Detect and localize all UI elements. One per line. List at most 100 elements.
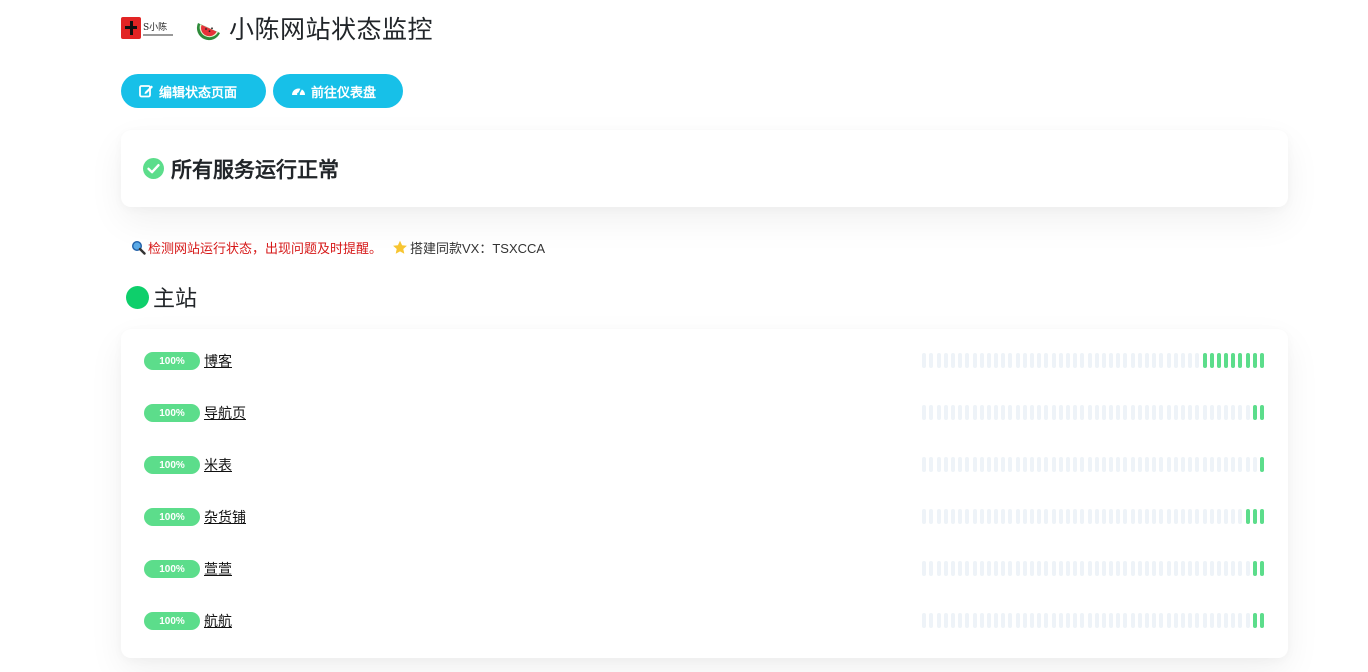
go-dashboard-button[interactable]: 前往仪表盘 (273, 74, 403, 108)
heartbeat-empty[interactable] (1238, 457, 1243, 472)
monitor-name-link[interactable]: 导航页 (204, 403, 246, 423)
heartbeat-empty[interactable] (1087, 457, 1092, 472)
heartbeat-empty[interactable] (1073, 405, 1078, 420)
heartbeat-empty[interactable] (1101, 405, 1106, 420)
heartbeat-empty[interactable] (1058, 613, 1063, 628)
heartbeat-empty[interactable] (1051, 509, 1056, 524)
heartbeat-empty[interactable] (986, 457, 991, 472)
heartbeat-empty[interactable] (950, 457, 955, 472)
heartbeat-empty[interactable] (1094, 561, 1099, 576)
heartbeat-empty[interactable] (994, 405, 999, 420)
heartbeat-empty[interactable] (1073, 353, 1078, 368)
heartbeat-empty[interactable] (1044, 353, 1049, 368)
heartbeat-empty[interactable] (1130, 561, 1135, 576)
heartbeat-empty[interactable] (965, 509, 970, 524)
heartbeat-up[interactable] (1216, 353, 1221, 368)
heartbeat-empty[interactable] (1030, 353, 1034, 368)
heartbeat-empty[interactable] (1051, 613, 1056, 628)
heartbeat-empty[interactable] (1101, 457, 1106, 472)
heartbeat-empty[interactable] (1180, 613, 1185, 628)
monitor-name-link[interactable]: 杂货铺 (204, 507, 246, 527)
heartbeat-up[interactable] (1260, 561, 1264, 576)
heartbeat-empty[interactable] (1202, 509, 1207, 524)
heartbeat-empty[interactable] (1022, 509, 1027, 524)
heartbeat-empty[interactable] (1159, 405, 1164, 420)
heartbeat-empty[interactable] (1137, 509, 1142, 524)
heartbeat-empty[interactable] (943, 561, 948, 576)
heartbeat-empty[interactable] (936, 561, 941, 576)
heartbeat-empty[interactable] (1195, 509, 1200, 524)
heartbeat-empty[interactable] (1245, 405, 1250, 420)
heartbeat-empty[interactable] (1030, 509, 1034, 524)
heartbeat-empty[interactable] (1145, 509, 1149, 524)
heartbeat-empty[interactable] (1001, 509, 1006, 524)
heartbeat-up[interactable] (1252, 353, 1257, 368)
heartbeat-empty[interactable] (1037, 561, 1042, 576)
heartbeat-empty[interactable] (1065, 561, 1070, 576)
heartbeat-empty[interactable] (1188, 509, 1193, 524)
heartbeat-empty[interactable] (986, 613, 991, 628)
heartbeat-empty[interactable] (1216, 405, 1221, 420)
heartbeat-up[interactable] (1202, 353, 1207, 368)
heartbeat-empty[interactable] (1238, 613, 1243, 628)
heartbeat-empty[interactable] (1109, 561, 1114, 576)
heartbeat-empty[interactable] (1065, 613, 1070, 628)
heartbeat-empty[interactable] (1130, 457, 1135, 472)
heartbeat-empty[interactable] (1109, 353, 1114, 368)
heartbeat-empty[interactable] (1152, 509, 1157, 524)
heartbeat-empty[interactable] (1202, 561, 1207, 576)
heartbeat-empty[interactable] (1022, 613, 1027, 628)
heartbeat-empty[interactable] (1173, 353, 1178, 368)
heartbeat-up[interactable] (1260, 509, 1264, 524)
site-logo[interactable]: S小陈 (121, 14, 173, 42)
heartbeat-empty[interactable] (986, 509, 991, 524)
heartbeat-empty[interactable] (1080, 561, 1085, 576)
heartbeat-empty[interactable] (1159, 613, 1164, 628)
heartbeat-empty[interactable] (1001, 613, 1006, 628)
heartbeat-up[interactable] (1209, 353, 1214, 368)
heartbeat-empty[interactable] (1058, 509, 1063, 524)
monitor-name-link[interactable]: 博客 (204, 351, 232, 371)
heartbeat-empty[interactable] (1015, 509, 1020, 524)
heartbeat-empty[interactable] (1195, 353, 1200, 368)
heartbeat-empty[interactable] (1037, 353, 1042, 368)
heartbeat-empty[interactable] (1101, 613, 1106, 628)
heartbeat-empty[interactable] (1252, 457, 1257, 472)
heartbeat-empty[interactable] (950, 353, 955, 368)
heartbeat-empty[interactable] (1180, 561, 1185, 576)
heartbeat-empty[interactable] (1037, 405, 1042, 420)
heartbeat-empty[interactable] (1123, 405, 1128, 420)
heartbeat-empty[interactable] (1022, 353, 1027, 368)
heartbeat-empty[interactable] (1065, 509, 1070, 524)
edit-status-page-button[interactable]: 编辑状态页面 (121, 74, 266, 108)
heartbeat-empty[interactable] (1058, 353, 1063, 368)
heartbeat-empty[interactable] (1188, 457, 1193, 472)
heartbeat-empty[interactable] (1123, 561, 1128, 576)
heartbeat-empty[interactable] (922, 457, 927, 472)
heartbeat-empty[interactable] (1173, 457, 1178, 472)
heartbeat-empty[interactable] (1209, 457, 1214, 472)
heartbeat-empty[interactable] (1080, 405, 1085, 420)
heartbeat-empty[interactable] (1180, 353, 1185, 368)
heartbeat-empty[interactable] (943, 353, 948, 368)
heartbeat-empty[interactable] (1094, 457, 1099, 472)
heartbeat-empty[interactable] (1094, 613, 1099, 628)
heartbeat-empty[interactable] (1030, 613, 1034, 628)
heartbeat-empty[interactable] (1188, 353, 1193, 368)
heartbeat-empty[interactable] (1224, 561, 1229, 576)
heartbeat-empty[interactable] (1123, 457, 1128, 472)
heartbeat-empty[interactable] (972, 561, 977, 576)
heartbeat-up[interactable] (1252, 561, 1257, 576)
heartbeat-empty[interactable] (958, 613, 963, 628)
heartbeat-empty[interactable] (1073, 509, 1078, 524)
heartbeat-empty[interactable] (1195, 561, 1200, 576)
heartbeat-empty[interactable] (1145, 405, 1149, 420)
heartbeat-empty[interactable] (1231, 561, 1236, 576)
heartbeat-empty[interactable] (1209, 613, 1214, 628)
heartbeat-empty[interactable] (979, 457, 984, 472)
heartbeat-empty[interactable] (1008, 509, 1013, 524)
heartbeat-up[interactable] (1224, 353, 1229, 368)
heartbeat-empty[interactable] (1137, 405, 1142, 420)
heartbeat-empty[interactable] (1209, 509, 1214, 524)
heartbeat-empty[interactable] (1015, 561, 1020, 576)
